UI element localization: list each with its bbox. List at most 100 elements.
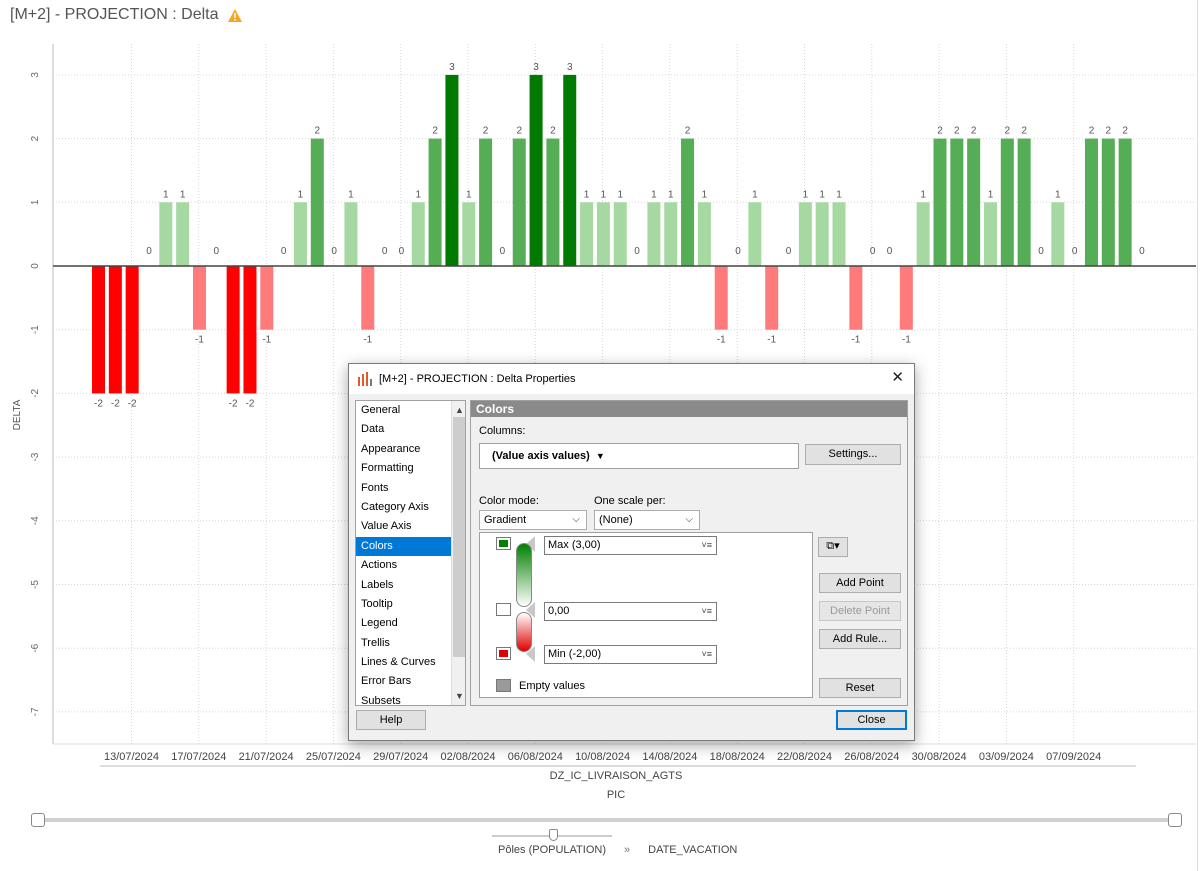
x-range-slider-right-handle[interactable] (1168, 813, 1182, 827)
bar[interactable] (563, 74, 577, 267)
nav-item-appearance[interactable]: Appearance (356, 440, 465, 459)
bar[interactable] (361, 266, 375, 330)
bar[interactable] (512, 138, 526, 266)
nav-item-trellis[interactable]: Trellis (356, 634, 465, 653)
menu-icon[interactable]: ˅≡ (701, 537, 712, 554)
bar[interactable] (832, 202, 846, 266)
bar[interactable] (714, 266, 728, 330)
copy-scheme-button[interactable]: ⧉▾ (818, 537, 848, 557)
bar[interactable] (950, 138, 964, 266)
reset-button[interactable]: Reset (819, 678, 901, 698)
nav-item-general[interactable]: General (356, 401, 465, 420)
bar[interactable] (125, 266, 139, 394)
bar[interactable] (1000, 138, 1014, 266)
nav-item-legend[interactable]: Legend (356, 614, 465, 633)
bar[interactable] (192, 266, 206, 330)
nav-item-formatting[interactable]: Formatting (356, 459, 465, 478)
nav-scrollbar[interactable]: ▲ ▼ (451, 401, 465, 705)
property-nav-list[interactable]: General Data Appearance Formatting Fonts Cate… (355, 400, 466, 706)
bar[interactable] (748, 202, 762, 266)
scroll-down-icon[interactable]: ▼ (452, 689, 465, 703)
bar[interactable] (967, 138, 981, 266)
bar[interactable] (765, 266, 779, 330)
bar[interactable] (681, 138, 695, 266)
mid-color-swatch[interactable] (496, 603, 511, 616)
bar[interactable] (260, 266, 274, 330)
scrollbar-thumb[interactable] (453, 417, 465, 657)
bar[interactable] (1084, 138, 1098, 266)
columns-selector[interactable]: (Value axis values) ▼ (479, 443, 799, 469)
color-mode-select[interactable]: Gradient ⌵ (479, 510, 587, 530)
gradient-editor[interactable]: Max (3,00) ˅≡ 0,00 ˅≡ Min (-2,00) ˅≡ Emp… (479, 532, 813, 698)
bar[interactable] (1051, 202, 1065, 266)
hierarchy-level-2[interactable]: DATE_VACATION (648, 844, 737, 856)
bar[interactable] (293, 202, 307, 266)
help-button[interactable]: Help (356, 710, 426, 730)
close-button[interactable]: Close (836, 710, 907, 730)
nav-item-lines-curves[interactable]: Lines & Curves (356, 653, 465, 672)
max-stop-input[interactable]: Max (3,00) ˅≡ (544, 536, 717, 555)
x-range-slider-left-handle[interactable] (31, 813, 45, 827)
delete-point-button[interactable]: Delete Point (819, 601, 901, 621)
x-range-slider-track[interactable] (38, 818, 1176, 822)
one-scale-select[interactable]: (None) ⌵ (594, 510, 700, 530)
add-rule-button[interactable]: Add Rule... (819, 629, 901, 649)
bar[interactable] (613, 202, 627, 266)
nav-item-category-axis[interactable]: Category Axis (356, 498, 465, 517)
bar[interactable] (596, 202, 610, 266)
nav-item-labels[interactable]: Labels (356, 576, 465, 595)
bar[interactable] (159, 202, 173, 266)
hierarchy-slider-handle[interactable] (549, 829, 558, 841)
hierarchy-level-1[interactable]: Pôles (POPULATION) (498, 844, 606, 856)
bar[interactable] (428, 138, 442, 266)
min-stop-input[interactable]: Min (-2,00) ˅≡ (544, 645, 717, 664)
bar[interactable] (411, 202, 425, 266)
bar[interactable] (983, 202, 997, 266)
nav-item-error-bars[interactable]: Error Bars (356, 672, 465, 691)
empty-values-row[interactable]: Empty values (496, 679, 585, 692)
close-icon[interactable]: ✕ (891, 370, 904, 386)
bar[interactable] (933, 138, 947, 266)
bar[interactable] (310, 138, 324, 266)
bar[interactable] (849, 266, 863, 330)
bar[interactable] (647, 202, 661, 266)
add-point-button[interactable]: Add Point (819, 573, 901, 593)
bar[interactable] (92, 266, 105, 394)
max-color-swatch[interactable] (496, 537, 511, 550)
empty-values-swatch[interactable] (496, 679, 511, 692)
bar[interactable] (697, 202, 711, 266)
nav-item-tooltip[interactable]: Tooltip (356, 595, 465, 614)
nav-item-actions[interactable]: Actions (356, 556, 465, 575)
bar[interactable] (546, 138, 560, 266)
min-color-swatch[interactable] (496, 647, 511, 660)
dialog-titlebar[interactable]: [M+2] - PROJECTION : Delta Properties ✕ (349, 364, 914, 394)
bar[interactable] (226, 266, 240, 394)
bar[interactable] (529, 74, 543, 267)
bar[interactable] (243, 266, 257, 394)
bar[interactable] (916, 202, 930, 266)
bar[interactable] (580, 202, 594, 266)
nav-item-colors[interactable]: Colors (356, 536, 465, 557)
bar[interactable] (479, 138, 493, 266)
mid-stop-input[interactable]: 0,00 ˅≡ (544, 602, 717, 621)
bar[interactable] (664, 202, 678, 266)
bar[interactable] (798, 202, 812, 266)
min-stop-pointer[interactable] (526, 646, 535, 662)
scroll-up-icon[interactable]: ▲ (452, 403, 465, 417)
bar[interactable] (176, 202, 190, 266)
settings-button[interactable]: Settings... (805, 444, 901, 465)
menu-icon[interactable]: ˅≡ (701, 603, 712, 620)
nav-item-data[interactable]: Data (356, 420, 465, 439)
bar[interactable] (1101, 138, 1115, 266)
bar[interactable] (344, 202, 358, 266)
bar[interactable] (445, 74, 459, 267)
menu-icon[interactable]: ˅≡ (701, 646, 712, 663)
bar[interactable] (108, 266, 122, 394)
nav-item-subsets[interactable]: Subsets (356, 692, 465, 705)
nav-item-value-axis[interactable]: Value Axis (356, 517, 465, 536)
bar[interactable] (899, 266, 913, 330)
bar[interactable] (1017, 138, 1031, 266)
bar[interactable] (462, 202, 476, 266)
nav-item-fonts[interactable]: Fonts (356, 479, 465, 498)
bar[interactable] (1118, 138, 1132, 266)
